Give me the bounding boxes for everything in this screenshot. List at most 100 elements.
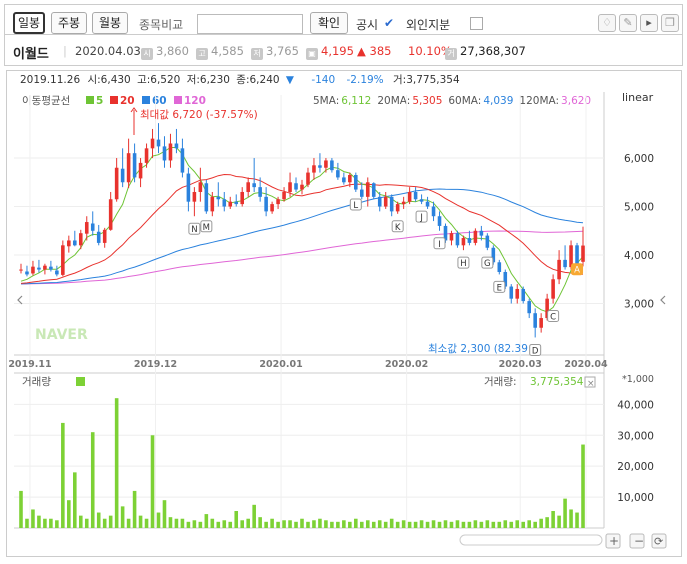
candle-body[interactable] [407, 191, 412, 202]
candle-body[interactable] [521, 288, 526, 302]
candle-body[interactable] [282, 191, 286, 200]
ma-legend-period-5: 5 [96, 95, 103, 107]
candle-body[interactable] [192, 191, 197, 202]
candle-body[interactable] [102, 229, 107, 243]
candle-body[interactable] [96, 231, 101, 243]
candle-body[interactable] [431, 206, 436, 217]
candle-body[interactable] [515, 288, 520, 299]
candle-body[interactable] [222, 199, 227, 207]
candle-body[interactable] [67, 240, 71, 247]
candle-body[interactable] [174, 143, 179, 149]
candle-body[interactable] [461, 238, 466, 246]
candle-body[interactable] [551, 279, 555, 299]
candle-body[interactable] [31, 266, 35, 274]
candle-body[interactable] [138, 162, 143, 179]
candle-body[interactable] [575, 245, 579, 265]
candle-body[interactable] [204, 183, 209, 212]
candle-body[interactable] [246, 182, 250, 192]
candle-body[interactable] [240, 191, 245, 205]
candle-body[interactable] [509, 286, 514, 299]
candle-body[interactable] [377, 196, 382, 207]
candle-body[interactable] [395, 204, 400, 212]
candle-body[interactable] [264, 196, 268, 212]
candle-body[interactable] [73, 240, 77, 246]
scroll-right-icon[interactable] [660, 295, 666, 305]
candle-body[interactable] [210, 196, 215, 212]
candle-body[interactable] [288, 182, 292, 192]
candle-body[interactable] [365, 182, 370, 197]
candle-body[interactable] [312, 165, 316, 173]
candle-body[interactable] [25, 271, 29, 275]
candle-body[interactable] [533, 313, 537, 328]
candle-body[interactable] [270, 204, 274, 212]
candle-body[interactable] [162, 146, 167, 161]
candle-body[interactable] [330, 160, 334, 171]
candle-body[interactable] [180, 148, 185, 173]
candle-body[interactable] [383, 196, 388, 207]
candle-body[interactable] [150, 138, 155, 149]
candle-body[interactable] [276, 199, 280, 205]
candle-body[interactable] [336, 170, 340, 178]
candle-body[interactable] [348, 175, 352, 183]
candle-body[interactable] [234, 201, 239, 205]
candle-body[interactable] [401, 201, 406, 205]
candle-body[interactable] [78, 233, 83, 246]
candle-body[interactable] [198, 182, 203, 192]
candle-body[interactable] [485, 235, 490, 248]
candle-body[interactable] [539, 318, 543, 328]
candle-body[interactable] [294, 183, 298, 190]
candle-body[interactable] [84, 222, 89, 234]
candle-body[interactable] [467, 238, 472, 243]
candle-body[interactable] [43, 265, 47, 270]
candle-body[interactable] [216, 196, 221, 200]
volume-bar [491, 521, 496, 528]
candle-body[interactable] [300, 184, 304, 190]
candle-body[interactable] [581, 245, 585, 262]
candle-body[interactable] [120, 168, 125, 183]
candle-body[interactable] [156, 139, 161, 147]
stock-chart[interactable]: 2019.11.26 시:6,430 고:6,520 저:6,230 종:6,2… [0, 0, 687, 564]
candle-body[interactable] [168, 143, 173, 161]
scrollbar-thumb[interactable] [459, 534, 603, 546]
candle-body[interactable] [479, 230, 484, 236]
candle-body[interactable] [306, 172, 310, 185]
candle-body[interactable] [90, 223, 95, 231]
candle-body[interactable] [497, 262, 502, 272]
candle-body[interactable] [258, 187, 262, 197]
candles[interactable] [19, 123, 585, 338]
candle-body[interactable] [144, 148, 149, 163]
candle-body[interactable] [389, 196, 394, 212]
candle-body[interactable] [527, 301, 531, 314]
candle-body[interactable] [419, 199, 424, 202]
candle-body[interactable] [449, 233, 454, 241]
candle-body[interactable] [324, 160, 328, 168]
candle-body[interactable] [55, 270, 59, 275]
candle-body[interactable] [455, 233, 460, 246]
volume-bar [395, 521, 400, 528]
candle-body[interactable] [61, 245, 65, 275]
candle-body[interactable] [49, 266, 53, 270]
candle-body[interactable] [252, 183, 256, 188]
candle-body[interactable] [437, 216, 442, 226]
x-axis: 2019.11 2019.12 2020.01 2020.02 2020.03 2020.… [8, 359, 608, 370]
candle-body[interactable] [473, 230, 478, 243]
scroll-left-icon[interactable] [17, 295, 23, 305]
candle-body[interactable] [318, 165, 322, 168]
candle-body[interactable] [114, 167, 119, 200]
candle-body[interactable] [19, 269, 23, 271]
candle-body[interactable] [126, 153, 131, 183]
candle-body[interactable] [228, 201, 233, 207]
candle-body[interactable] [563, 259, 567, 268]
candle-body[interactable] [359, 189, 364, 197]
candle-body[interactable] [108, 199, 113, 230]
scale-label[interactable]: linear [622, 91, 654, 104]
candle-body[interactable] [37, 267, 41, 270]
candle-body[interactable] [354, 175, 358, 190]
candle-body[interactable] [371, 183, 376, 197]
candle-body[interactable] [342, 177, 346, 183]
candle-body[interactable] [132, 153, 137, 178]
candle-body[interactable] [425, 201, 430, 207]
candle-body[interactable] [186, 173, 191, 202]
candle-body[interactable] [557, 259, 561, 280]
candle-body[interactable] [413, 191, 418, 200]
